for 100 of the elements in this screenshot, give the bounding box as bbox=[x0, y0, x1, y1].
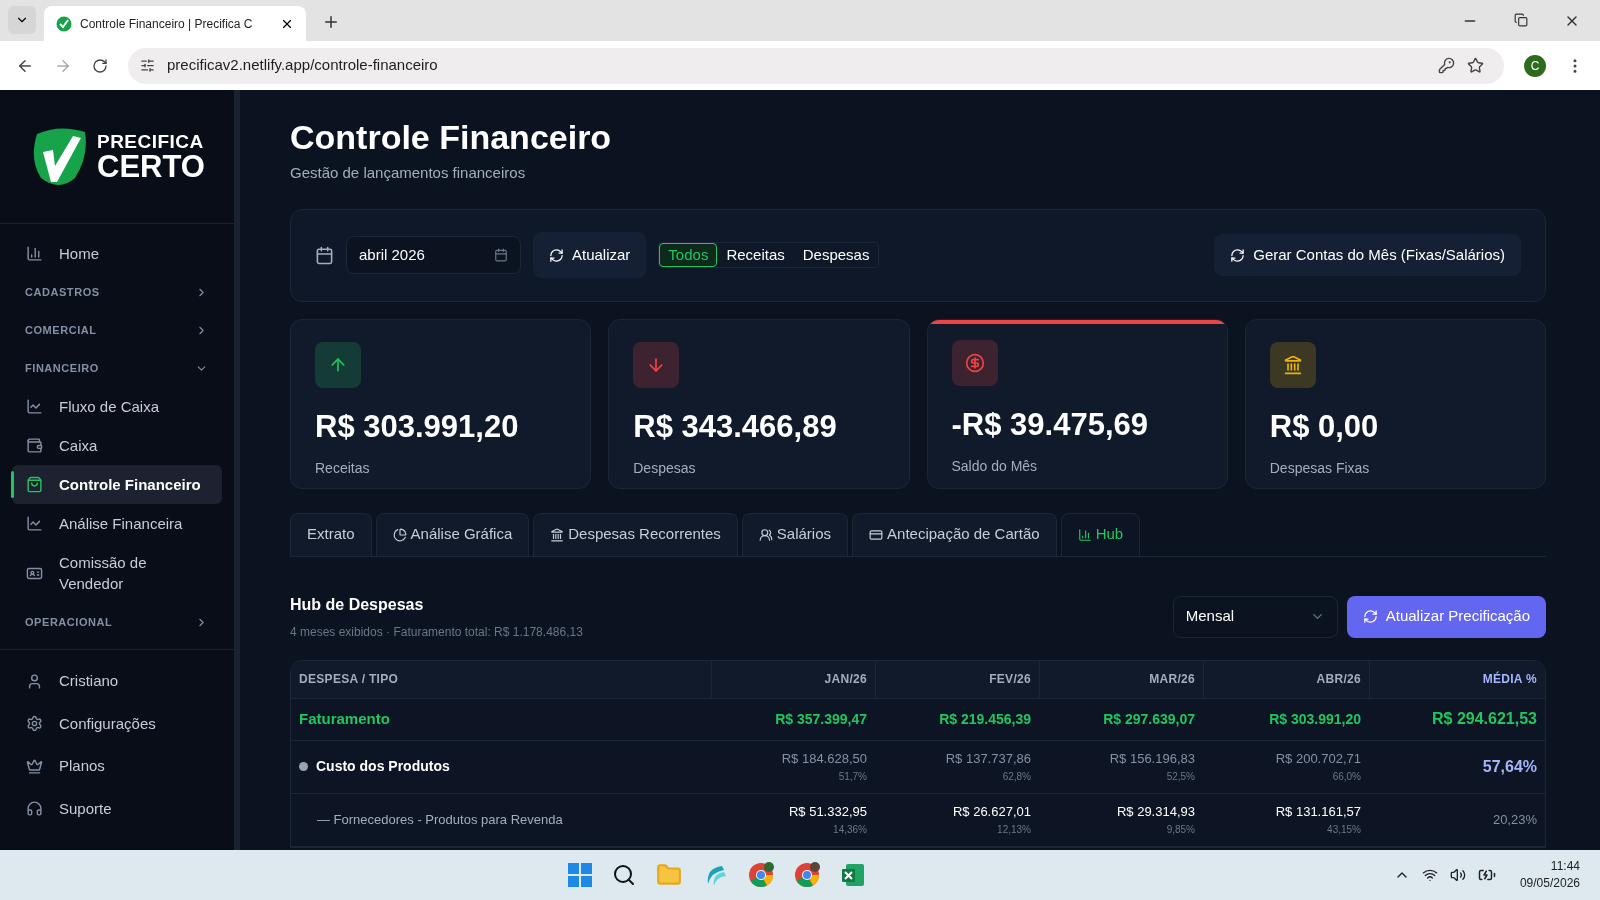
table-cell-text: R$ 200.702,71 66,0% bbox=[1274, 750, 1362, 784]
table-cell-text: R$ 303.991,20 bbox=[1268, 709, 1362, 729]
nav-item[interactable]: Análise Financeira bbox=[12, 504, 222, 543]
section-header[interactable]: FINANCEIRO bbox=[12, 349, 222, 387]
refresh-icon bbox=[1362, 609, 1378, 624]
bank-icon bbox=[550, 527, 565, 542]
wifi-icon[interactable] bbox=[1421, 867, 1438, 883]
table-cell-text: R$ 137.737,86 62,8% bbox=[944, 750, 1032, 784]
table-cell-text: R$ 184.628,50 51,7% bbox=[780, 750, 868, 784]
kpi-value: R$ 343.466,89 bbox=[633, 407, 838, 446]
wallet-icon bbox=[26, 437, 43, 454]
nav-item[interactable]: Configurações bbox=[12, 702, 222, 745]
average-cell-text: 57,64% bbox=[1481, 756, 1538, 777]
refresh-icon bbox=[1230, 247, 1246, 263]
restore-icon[interactable] bbox=[1514, 13, 1528, 27]
page-title: Controle Financeiro bbox=[290, 117, 613, 158]
table-cell-text: R$ 51.332,95 14,36% bbox=[787, 803, 868, 837]
start-icon[interactable] bbox=[567, 863, 592, 887]
kpi-label: Saldo do Mês bbox=[951, 457, 1039, 476]
refresh-icon bbox=[549, 247, 564, 263]
type-filter[interactable]: Receitas bbox=[717, 243, 794, 267]
section-header[interactable]: COMERCIAL bbox=[12, 311, 222, 349]
address-field[interactable]: precificav2.netlify.app/controle-financeiro bbox=[128, 47, 1504, 84]
table-cell-text: R$ 156.196,83 52,5% bbox=[1108, 750, 1196, 784]
row-label: — Fornecedores - Produtos para Revenda bbox=[316, 810, 563, 829]
bar-chart-icon bbox=[1077, 527, 1092, 542]
logo-text: CERTO bbox=[97, 150, 205, 182]
line-chart-icon bbox=[26, 398, 43, 415]
table-cell-text: R$ 131.161,57 43,15% bbox=[1274, 803, 1362, 837]
volume-icon[interactable] bbox=[1449, 867, 1466, 883]
column-header: MAR/26 bbox=[1039, 660, 1203, 698]
table-cell-text: R$ 357.399,47 bbox=[774, 709, 868, 729]
tab[interactable]: Hub bbox=[1060, 512, 1141, 556]
tab[interactable]: Despesas Recorrentes bbox=[533, 512, 738, 556]
bookmark-icon[interactable] bbox=[1467, 57, 1484, 74]
nav-item[interactable]: Controle Financeiro bbox=[12, 465, 222, 504]
profile-avatar[interactable]: C bbox=[1524, 54, 1546, 77]
key-icon[interactable] bbox=[1438, 57, 1455, 74]
generate-button[interactable]: Gerar Contas do Mês (Fixas/Salários) bbox=[1214, 234, 1521, 276]
kpi-label: Despesas bbox=[633, 459, 697, 478]
table-cell-text: R$ 29.314,93 9,85% bbox=[1115, 803, 1196, 837]
nav-item[interactable]: Cristiano bbox=[12, 660, 222, 703]
spreadsheet-app-icon[interactable] bbox=[839, 862, 866, 888]
column-header: FEV/26 bbox=[875, 660, 1039, 698]
section-header[interactable]: CADASTROS bbox=[12, 273, 222, 311]
settings-icon bbox=[26, 715, 43, 733]
clock-time: 11:44 bbox=[1550, 858, 1580, 875]
kpi-value: R$ 303.991,20 bbox=[315, 407, 520, 446]
tab[interactable]: Extrato bbox=[290, 512, 372, 556]
user-icon bbox=[26, 672, 43, 690]
nav-item[interactable]: Planos bbox=[12, 745, 222, 788]
nav-item[interactable]: Suporte bbox=[12, 787, 222, 830]
page-subtitle: Gestão de lançamentos financeiros bbox=[290, 163, 527, 183]
url-text: precificav2.netlify.app/controle-financeiro bbox=[167, 55, 439, 76]
section-header[interactable]: OPERACIONAL bbox=[12, 603, 222, 641]
average-cell-text: R$ 294.621,53 bbox=[1431, 709, 1538, 729]
month-field[interactable]: abril 2026 bbox=[346, 236, 521, 274]
kpi-value: R$ 0,00 bbox=[1269, 407, 1380, 446]
kpi-value: -R$ 39.475,69 bbox=[951, 405, 1149, 444]
headphones-icon bbox=[26, 800, 43, 818]
tab[interactable]: Antecipação de Cartão bbox=[852, 512, 1057, 556]
users-icon bbox=[758, 527, 773, 542]
section-summary: 4 meses exibidos · Faturamento total: R$ 1.178.486,13 bbox=[290, 623, 583, 641]
browser-icon[interactable] bbox=[747, 862, 774, 888]
refresh-button[interactable]: Atualizar bbox=[533, 232, 647, 278]
column-header: DESPESA / TIPO bbox=[298, 671, 400, 688]
calendar-icon bbox=[494, 248, 508, 262]
average-cell-text: 20,23% bbox=[1491, 810, 1538, 829]
period-select[interactable]: Mensal bbox=[1172, 595, 1338, 638]
browser-icon[interactable] bbox=[793, 862, 820, 888]
pie-chart-icon bbox=[392, 527, 407, 542]
browser-tab[interactable]: Controle Financeiro | Precifica C bbox=[44, 6, 306, 41]
logo-text: PRECIFICA bbox=[97, 131, 205, 151]
section-title: Hub de Despesas bbox=[290, 594, 425, 615]
bar-chart-icon bbox=[26, 245, 43, 262]
table-cell-text: R$ 219.456,39 bbox=[938, 709, 1032, 729]
nav-item[interactable]: Fluxo de Caixa bbox=[12, 387, 222, 426]
favicon-icon bbox=[56, 15, 72, 32]
column-header: JAN/26 bbox=[711, 660, 875, 698]
card-icon bbox=[869, 527, 884, 542]
update-pricing-button[interactable]: Atualizar Precificação bbox=[1346, 595, 1546, 638]
site-settings-icon[interactable] bbox=[140, 58, 155, 73]
column-header: MÉDIA % bbox=[1369, 660, 1545, 698]
nav-item[interactable]: Comissão de Vendedor bbox=[12, 543, 222, 603]
tab[interactable]: Análise Gráfica bbox=[375, 512, 530, 556]
search-icon[interactable] bbox=[611, 863, 636, 887]
type-filter[interactable]: Despesas bbox=[793, 243, 879, 267]
reload-icon[interactable] bbox=[92, 57, 108, 74]
table-cell-text: R$ 26.627,01 12,13% bbox=[951, 803, 1032, 837]
nav-item[interactable]: Caixa bbox=[12, 426, 222, 465]
new-tab-icon[interactable] bbox=[322, 13, 340, 31]
calendar-icon bbox=[315, 245, 334, 265]
kpi-label: Receitas bbox=[315, 459, 371, 478]
row-label: Faturamento bbox=[299, 708, 390, 729]
tab[interactable]: Salários bbox=[741, 512, 849, 556]
type-filter[interactable]: Todos bbox=[659, 243, 718, 267]
line-chart-icon bbox=[26, 515, 43, 532]
nav-item[interactable]: Home bbox=[12, 234, 222, 273]
column-header: ABR/26 bbox=[1203, 660, 1369, 698]
crown-icon bbox=[26, 757, 43, 775]
